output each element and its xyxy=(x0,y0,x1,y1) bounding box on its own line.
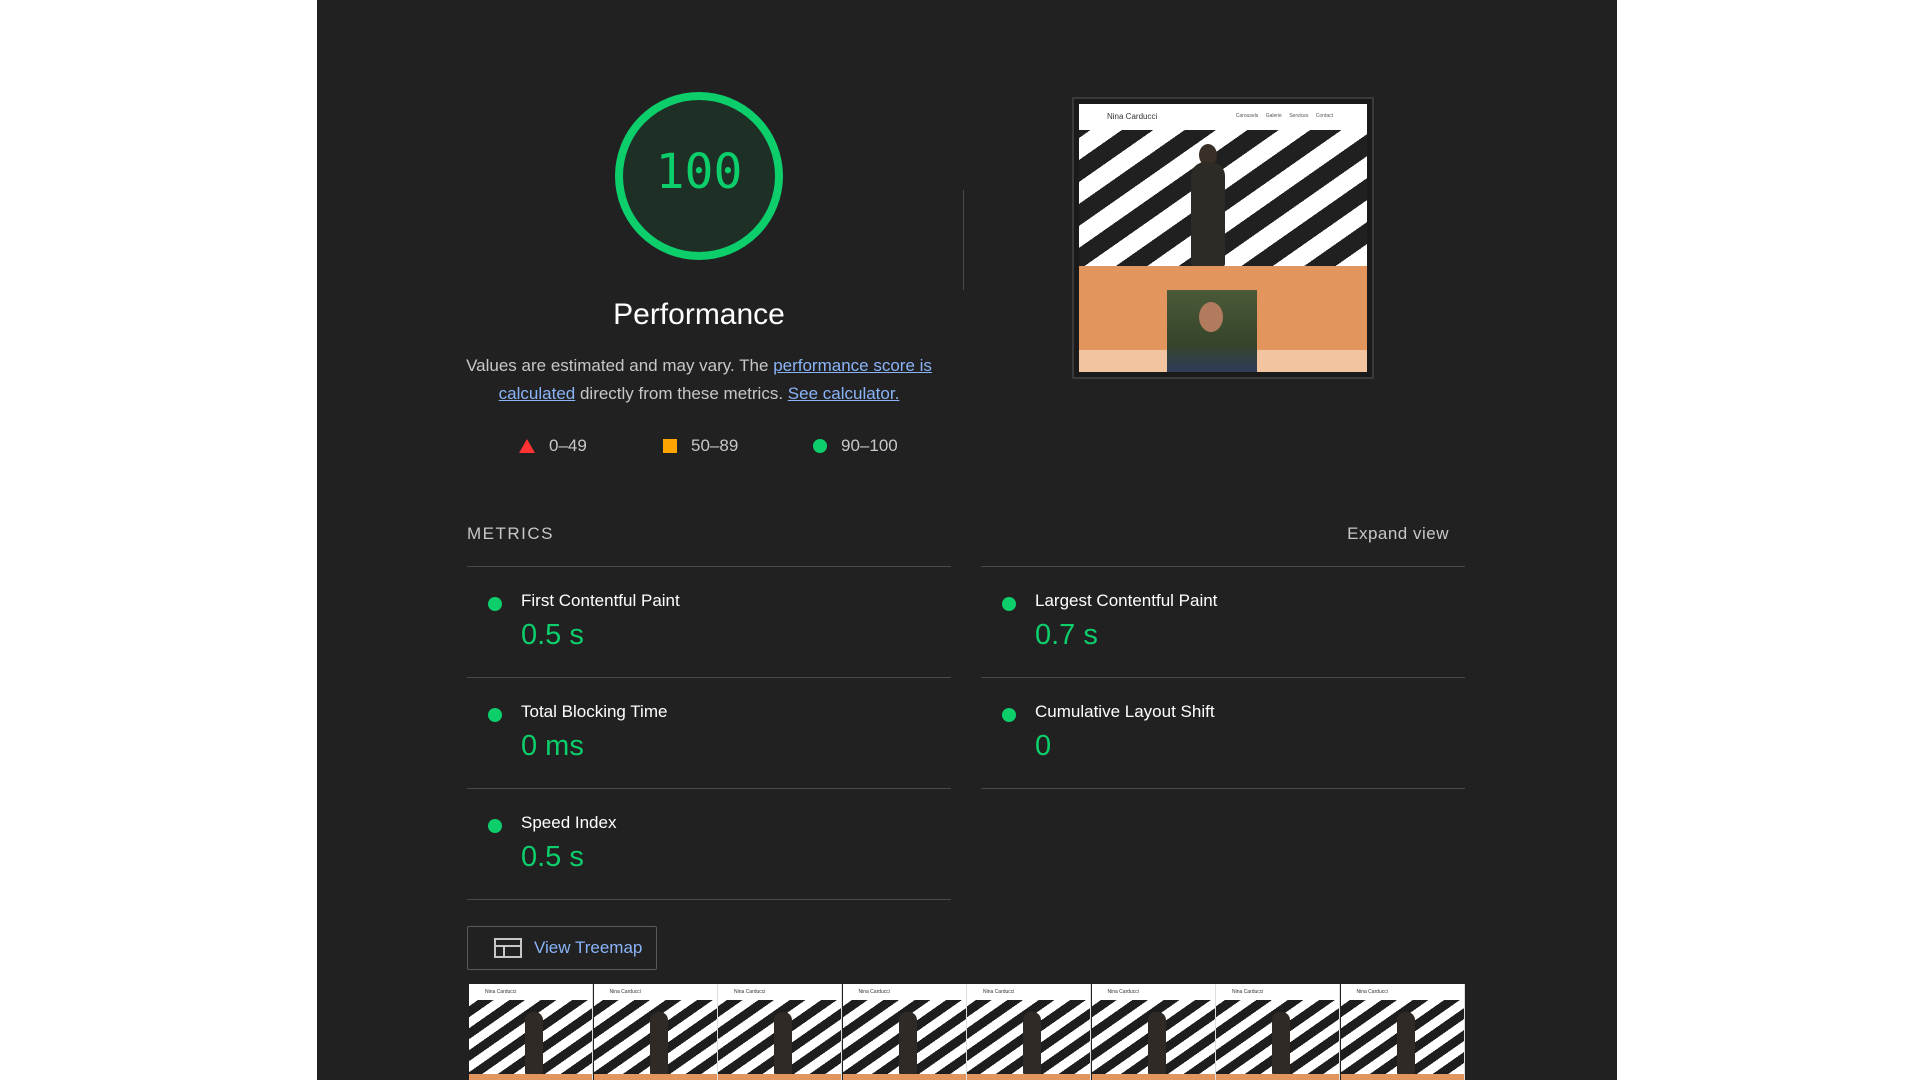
metric-speed-index: Speed Index 0.5 s xyxy=(467,788,951,899)
triangle-icon xyxy=(519,439,535,453)
metric-first-contentful-paint: First Contentful Paint 0.5 s xyxy=(467,566,951,677)
frame-orange xyxy=(593,1074,717,1080)
pass-circle-icon xyxy=(488,819,502,833)
performance-score-gauge: 100 xyxy=(613,90,785,262)
performance-description: Values are estimated and may vary. The p… xyxy=(462,352,936,408)
metric-value: 0.7 s xyxy=(1035,619,1098,651)
frame-header: Nina Carducci xyxy=(842,984,966,1000)
vertical-divider xyxy=(963,190,964,290)
frame-orange xyxy=(842,1074,966,1080)
view-treemap-button[interactable]: View Treemap xyxy=(467,926,657,970)
see-calculator-link[interactable]: See calculator. xyxy=(788,384,900,403)
filmstrip-frame: Nina Carducci xyxy=(842,984,967,1080)
frame-figure xyxy=(525,1012,543,1074)
frame-header: Nina Carducci xyxy=(1340,984,1464,1000)
legend-pass: 90–100 xyxy=(813,436,898,456)
metric-divider xyxy=(467,899,951,900)
filmstrip-frame: Nina Carducci xyxy=(718,984,842,1080)
metric-value: 0 ms xyxy=(521,730,584,762)
performance-score-value: 100 xyxy=(655,144,743,200)
screenshot-nav-links: Carousels Galerie Services Contact xyxy=(1235,113,1333,119)
frame-orange xyxy=(469,1074,592,1080)
pass-circle-icon xyxy=(488,708,502,722)
filmstrip-frame: Nina Carducci xyxy=(967,984,1091,1080)
legend-pass-range: 90–100 xyxy=(841,436,898,455)
filmstrip-frame: Nina Carducci xyxy=(1340,984,1465,1080)
frame-figure xyxy=(774,1012,792,1074)
metric-cumulative-layout-shift: Cumulative Layout Shift 0 xyxy=(981,677,1465,788)
metric-name: Cumulative Layout Shift xyxy=(1035,702,1215,721)
frame-brand: Nina Carducci xyxy=(1356,989,1388,995)
view-treemap-label: View Treemap xyxy=(534,938,643,957)
circle-icon xyxy=(813,439,827,453)
pass-circle-icon xyxy=(488,597,502,611)
performance-title: Performance xyxy=(613,298,785,331)
screenshot-navbar: Nina Carducci Carousels Galerie Services… xyxy=(1079,104,1367,130)
frame-orange xyxy=(718,1074,841,1080)
screenshot-hero-figure xyxy=(1191,162,1225,266)
final-screenshot[interactable]: Nina Carducci Carousels Galerie Services… xyxy=(1072,97,1374,379)
legend-average: 50–89 xyxy=(663,436,738,456)
frame-header: Nina Carducci xyxy=(593,984,717,1000)
screenshot-page: Nina Carducci Carousels Galerie Services… xyxy=(1079,104,1367,372)
pass-circle-icon xyxy=(1002,708,1016,722)
metric-value: 0.5 s xyxy=(521,619,584,651)
frame-brand: Nina Carducci xyxy=(609,989,641,995)
description-text-mid: directly from these metrics. xyxy=(575,384,788,403)
frame-header: Nina Carducci xyxy=(469,984,592,1000)
frame-orange xyxy=(1091,1074,1215,1080)
legend-fail-range: 0–49 xyxy=(549,436,587,455)
metric-total-blocking-time: Total Blocking Time 0 ms xyxy=(467,677,951,788)
screenshot-hero-image xyxy=(1079,130,1367,266)
filmstrip-frame: Nina Carducci xyxy=(593,984,718,1080)
frame-figure xyxy=(649,1012,668,1074)
description-text-prefix: Values are estimated and may vary. The xyxy=(466,356,774,375)
frame-brand: Nina Carducci xyxy=(858,989,890,995)
frame-orange xyxy=(967,1074,1090,1080)
frame-header: Nina Carducci xyxy=(1216,984,1339,1000)
frame-header: Nina Carducci xyxy=(967,984,1090,1000)
metric-name: Largest Contentful Paint xyxy=(1035,591,1218,610)
square-icon xyxy=(663,439,677,453)
frame-brand: Nina Carducci xyxy=(983,989,1015,995)
frame-brand: Nina Carducci xyxy=(734,989,766,995)
pass-circle-icon xyxy=(1002,597,1016,611)
frame-figure xyxy=(1023,1012,1041,1074)
frame-figure xyxy=(1272,1012,1290,1074)
score-legend: 0–49 50–89 90–100 xyxy=(507,436,927,456)
filmstrip-frame: Nina Carducci xyxy=(469,984,593,1080)
frame-brand: Nina Carducci xyxy=(1107,989,1139,995)
metric-largest-contentful-paint: Largest Contentful Paint 0.7 s xyxy=(981,566,1465,677)
metric-name: First Contentful Paint xyxy=(521,591,680,610)
frame-header: Nina Carducci xyxy=(718,984,841,1000)
legend-fail: 0–49 xyxy=(519,436,587,456)
metric-name: Speed Index xyxy=(521,813,617,832)
screenshot-portrait-face xyxy=(1199,302,1223,332)
metric-divider xyxy=(981,788,1465,789)
filmstrip-frame: Nina Carducci xyxy=(1216,984,1340,1080)
metric-value: 0.5 s xyxy=(521,841,584,873)
filmstrip: Nina Carducci Nina Carducci Nina Carducc… xyxy=(469,984,1465,1080)
frame-figure xyxy=(1147,1012,1166,1074)
frame-brand: Nina Carducci xyxy=(1232,989,1264,995)
frame-figure xyxy=(1396,1012,1415,1074)
frame-figure xyxy=(898,1012,917,1074)
metrics-title: METRICS xyxy=(467,524,554,543)
metric-name: Total Blocking Time xyxy=(521,702,668,721)
lighthouse-report-panel: 100 Performance Values are estimated and… xyxy=(317,0,1617,1080)
frame-header: Nina Carducci xyxy=(1091,984,1215,1000)
expand-view-button[interactable]: Expand view xyxy=(1347,524,1449,544)
screenshot-brand: Nina Carducci xyxy=(1107,112,1158,121)
frame-orange xyxy=(1216,1074,1339,1080)
legend-average-range: 50–89 xyxy=(691,436,739,455)
filmstrip-frame: Nina Carducci xyxy=(1091,984,1216,1080)
frame-orange xyxy=(1340,1074,1464,1080)
metric-value: 0 xyxy=(1035,730,1052,762)
frame-brand: Nina Carducci xyxy=(485,989,517,995)
metrics-header: METRICS Expand view xyxy=(467,524,1467,546)
treemap-icon xyxy=(494,938,522,958)
